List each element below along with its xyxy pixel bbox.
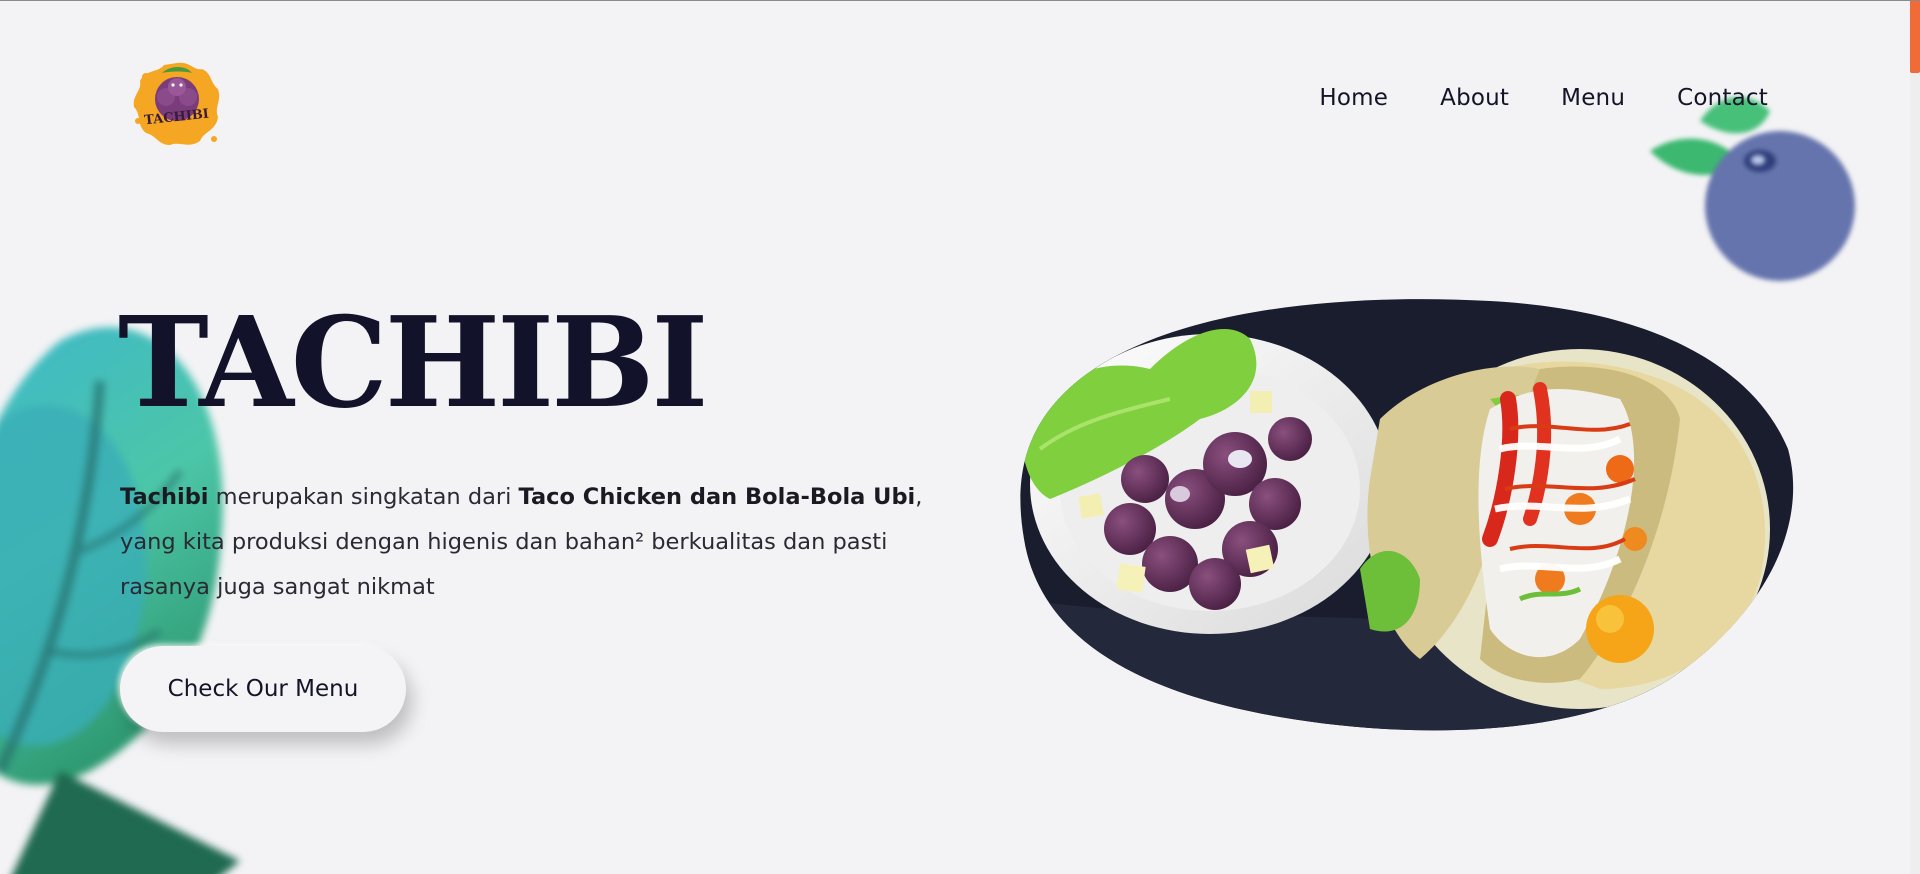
food-image [1020, 299, 1794, 731]
hero-desc-brand: Tachibi [120, 484, 209, 510]
nav-menu-link[interactable]: Menu [1561, 85, 1625, 111]
nav-contact-link[interactable]: Contact [1677, 85, 1768, 111]
page-scrollbar[interactable] [1910, 1, 1920, 874]
hero-desc-products: Taco Chicken dan Bola-Bola Ubi [518, 484, 916, 510]
nav-about-link[interactable]: About [1440, 85, 1509, 111]
check-menu-button[interactable]: Check Our Menu [120, 646, 406, 732]
landing-page: TACHIBI Home About Menu Contact TACHIBI … [0, 0, 1920, 874]
hero-title: TACHIBI [118, 288, 708, 436]
tachibi-logo-icon[interactable]: TACHIBI [130, 59, 224, 149]
hero-description: Tachibi merupakan singkatan dari Taco Ch… [120, 475, 960, 610]
main-nav: Home About Menu Contact [1267, 85, 1768, 111]
nav-home-link[interactable]: Home [1319, 85, 1388, 111]
scrollbar-thumb[interactable] [1910, 1, 1920, 73]
blueberry-decoration-icon [1650, 97, 1855, 281]
hero-desc-text-1: merupakan singkatan dari [208, 484, 519, 510]
